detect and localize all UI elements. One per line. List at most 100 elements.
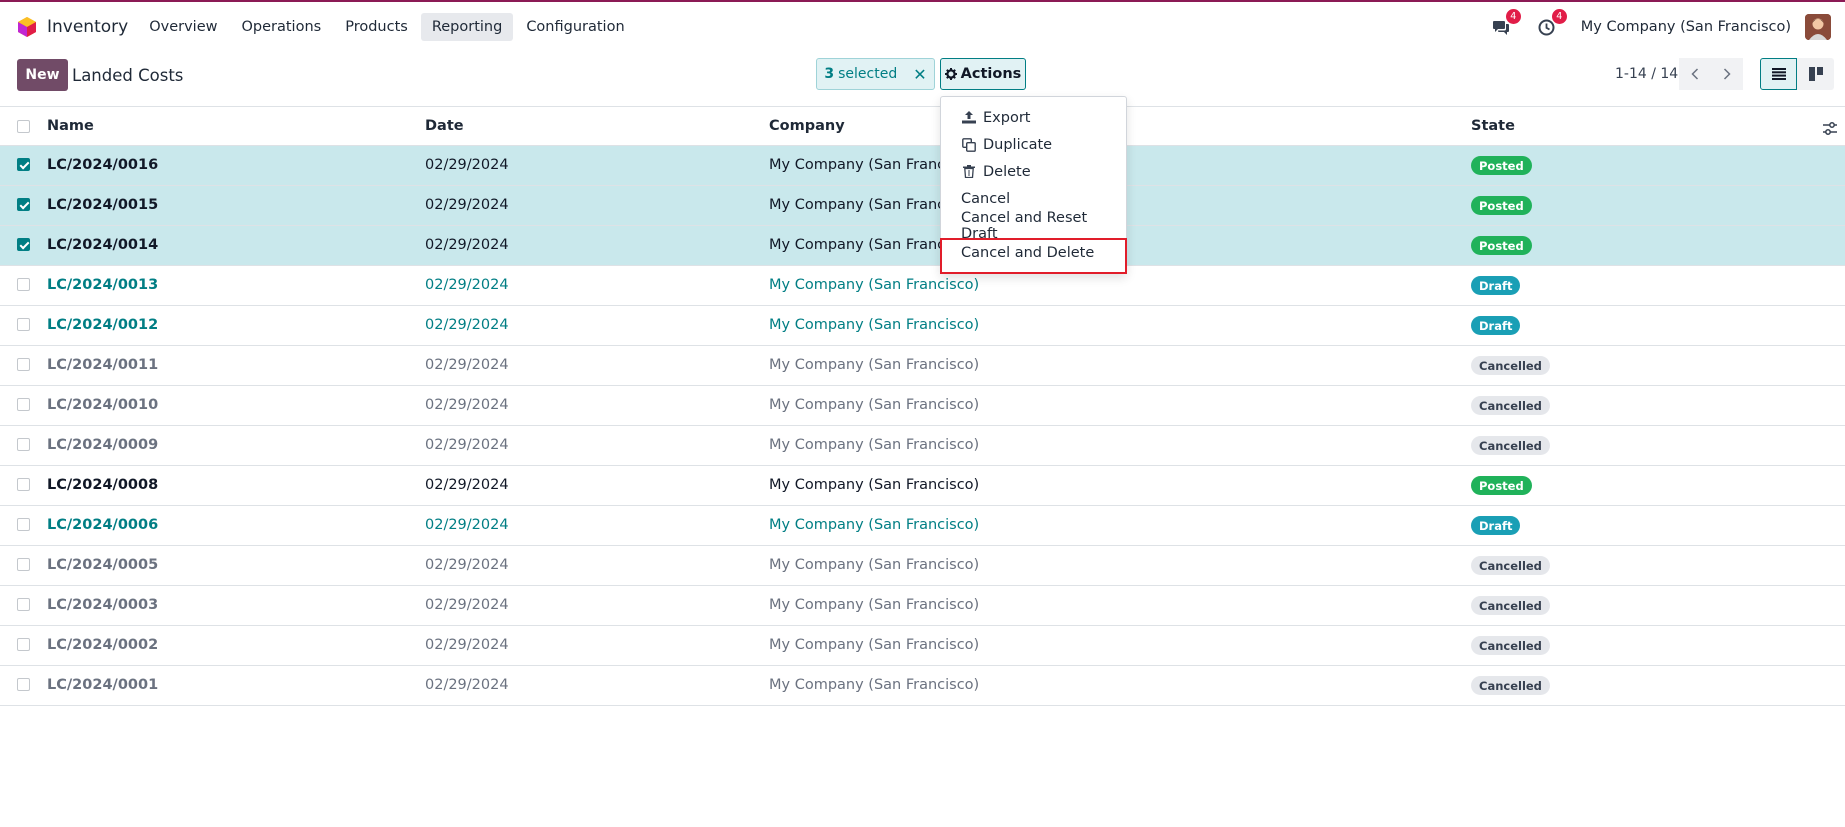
optional-columns-icon[interactable]	[1823, 120, 1837, 139]
cell-name: LC/2024/0011	[47, 357, 159, 373]
landed-costs-table: Name Date Company State LC/2024/0016 02/2…	[0, 106, 1845, 706]
row-checkbox[interactable]	[17, 478, 30, 491]
selected-label: selected	[838, 66, 898, 82]
table-row[interactable]: LC/2024/0001 02/29/2024 My Company (San Fr…	[0, 666, 1845, 706]
cell-name: LC/2024/0016	[47, 157, 159, 173]
messages-button[interactable]: 4	[1489, 9, 1521, 39]
action-export[interactable]: Export	[941, 104, 1126, 131]
top-navbar: Inventory Overview Operations Products R…	[0, 4, 1845, 50]
cell-name: LC/2024/0001	[47, 677, 159, 693]
menu-reporting[interactable]: Reporting	[420, 13, 514, 41]
company-switcher[interactable]: My Company (San Francisco)	[1581, 19, 1791, 35]
list-view-button[interactable]	[1760, 58, 1797, 90]
status-badge: Posted	[1471, 156, 1532, 175]
cell-date: 02/29/2024	[425, 317, 509, 333]
row-checkbox[interactable]	[17, 358, 30, 371]
status-badge: Cancelled	[1471, 356, 1550, 375]
pager-next-button[interactable]	[1711, 58, 1743, 90]
row-checkbox[interactable]	[17, 438, 30, 451]
action-duplicate[interactable]: Duplicate	[941, 131, 1126, 158]
status-badge: Cancelled	[1471, 436, 1550, 455]
actions-dropdown-menu: Export Duplicate Delete Cancel Cancel an…	[940, 96, 1127, 274]
menu-overview[interactable]: Overview	[138, 13, 228, 41]
cell-company: My Company (San Francisco)	[769, 397, 980, 413]
status-badge: Cancelled	[1471, 596, 1550, 615]
row-checkbox[interactable]	[17, 638, 30, 651]
row-checkbox[interactable]	[17, 198, 30, 211]
row-checkbox[interactable]	[17, 278, 30, 291]
action-cancel-and-reset-draft[interactable]: Cancel and Reset Draft	[941, 210, 1126, 242]
table-row[interactable]: LC/2024/0011 02/29/2024 My Company (San Fr…	[0, 346, 1845, 386]
row-checkbox[interactable]	[17, 158, 30, 171]
table-row[interactable]: LC/2024/0014 02/29/2024 My Company (San Fr…	[0, 226, 1845, 266]
cell-date: 02/29/2024	[425, 397, 509, 413]
action-delete[interactable]: Delete	[941, 158, 1126, 185]
cell-name: LC/2024/0003	[47, 597, 159, 613]
table-row[interactable]: LC/2024/0012 02/29/2024 My Company (San Fr…	[0, 306, 1845, 346]
cell-date: 02/29/2024	[425, 637, 509, 653]
table-header: Name Date Company State	[0, 106, 1845, 146]
column-header-name[interactable]: Name	[47, 118, 94, 134]
user-avatar[interactable]	[1805, 14, 1831, 40]
row-checkbox[interactable]	[17, 238, 30, 251]
table-row[interactable]: LC/2024/0016 02/29/2024 My Company (San Fr…	[0, 146, 1845, 186]
pager-value[interactable]: 1-14 / 14	[1615, 66, 1678, 82]
column-header-state[interactable]: State	[1471, 118, 1515, 134]
app-brand[interactable]: Inventory	[17, 16, 128, 38]
activities-button[interactable]: 4	[1535, 9, 1567, 39]
table-row[interactable]: LC/2024/0015 02/29/2024 My Company (San Fr…	[0, 186, 1845, 226]
new-button[interactable]: New	[17, 59, 68, 91]
cell-date: 02/29/2024	[425, 197, 509, 213]
pager-previous-button[interactable]	[1679, 58, 1711, 90]
cell-company: My Company (San Francisco)	[769, 277, 980, 293]
status-badge: Draft	[1471, 316, 1521, 335]
status-badge: Posted	[1471, 476, 1532, 495]
table-row[interactable]: LC/2024/0006 02/29/2024 My Company (San Fr…	[0, 506, 1845, 546]
cell-date: 02/29/2024	[425, 357, 509, 373]
cell-name: LC/2024/0009	[47, 437, 159, 453]
row-checkbox[interactable]	[17, 318, 30, 331]
cell-company: My Company (San Francisco)	[769, 317, 980, 333]
selection-indicator[interactable]: 3 selected ✕	[816, 58, 935, 90]
row-checkbox[interactable]	[17, 598, 30, 611]
cell-company: My Company (San Francisco)	[769, 437, 980, 453]
status-badge: Draft	[1471, 276, 1521, 295]
table-row[interactable]: LC/2024/0010 02/29/2024 My Company (San Fr…	[0, 386, 1845, 426]
cell-date: 02/29/2024	[425, 597, 509, 613]
cell-date: 02/29/2024	[425, 557, 509, 573]
app-name[interactable]: Inventory	[47, 17, 128, 37]
cell-name: LC/2024/0008	[47, 477, 159, 493]
kanban-view-button[interactable]	[1797, 58, 1834, 90]
upload-icon	[962, 111, 976, 125]
column-header-date[interactable]: Date	[425, 118, 464, 134]
action-cancel-and-delete[interactable]: Cancel and Delete	[941, 239, 1126, 266]
menu-operations[interactable]: Operations	[230, 13, 332, 41]
navbar-systray: 4 4 My Company (San Francisco)	[1489, 4, 1831, 50]
table-row[interactable]: LC/2024/0002 02/29/2024 My Company (San Fr…	[0, 626, 1845, 666]
actions-button[interactable]: Actions	[940, 58, 1026, 90]
menu-configuration[interactable]: Configuration	[515, 13, 635, 41]
control-panel: New Landed Costs 3 selected ✕ Actions 1-…	[0, 50, 1845, 106]
table-row[interactable]: LC/2024/0005 02/29/2024 My Company (San Fr…	[0, 546, 1845, 586]
cell-name: LC/2024/0010	[47, 397, 159, 413]
table-row[interactable]: LC/2024/0008 02/29/2024 My Company (San Fr…	[0, 466, 1845, 506]
cell-name: LC/2024/0006	[47, 517, 159, 533]
row-checkbox[interactable]	[17, 558, 30, 571]
row-checkbox[interactable]	[17, 398, 30, 411]
table-row[interactable]: LC/2024/0003 02/29/2024 My Company (San Fr…	[0, 586, 1845, 626]
cell-name: LC/2024/0005	[47, 557, 159, 573]
table-row[interactable]: LC/2024/0009 02/29/2024 My Company (San Fr…	[0, 426, 1845, 466]
action-cancel[interactable]: Cancel	[941, 185, 1126, 212]
row-checkbox[interactable]	[17, 678, 30, 691]
cell-date: 02/29/2024	[425, 237, 509, 253]
table-body: LC/2024/0016 02/29/2024 My Company (San Fr…	[0, 146, 1845, 706]
table-row[interactable]: LC/2024/0013 02/29/2024 My Company (San Fr…	[0, 266, 1845, 306]
chevron-right-icon	[1723, 68, 1731, 80]
clear-selection-icon[interactable]: ✕	[913, 65, 926, 84]
column-header-company[interactable]: Company	[769, 118, 845, 134]
row-checkbox[interactable]	[17, 518, 30, 531]
action-cancel-label: Cancel	[961, 190, 1011, 207]
select-all-checkbox[interactable]	[17, 120, 30, 133]
menu-products[interactable]: Products	[334, 13, 419, 41]
kanban-icon	[1808, 67, 1823, 81]
